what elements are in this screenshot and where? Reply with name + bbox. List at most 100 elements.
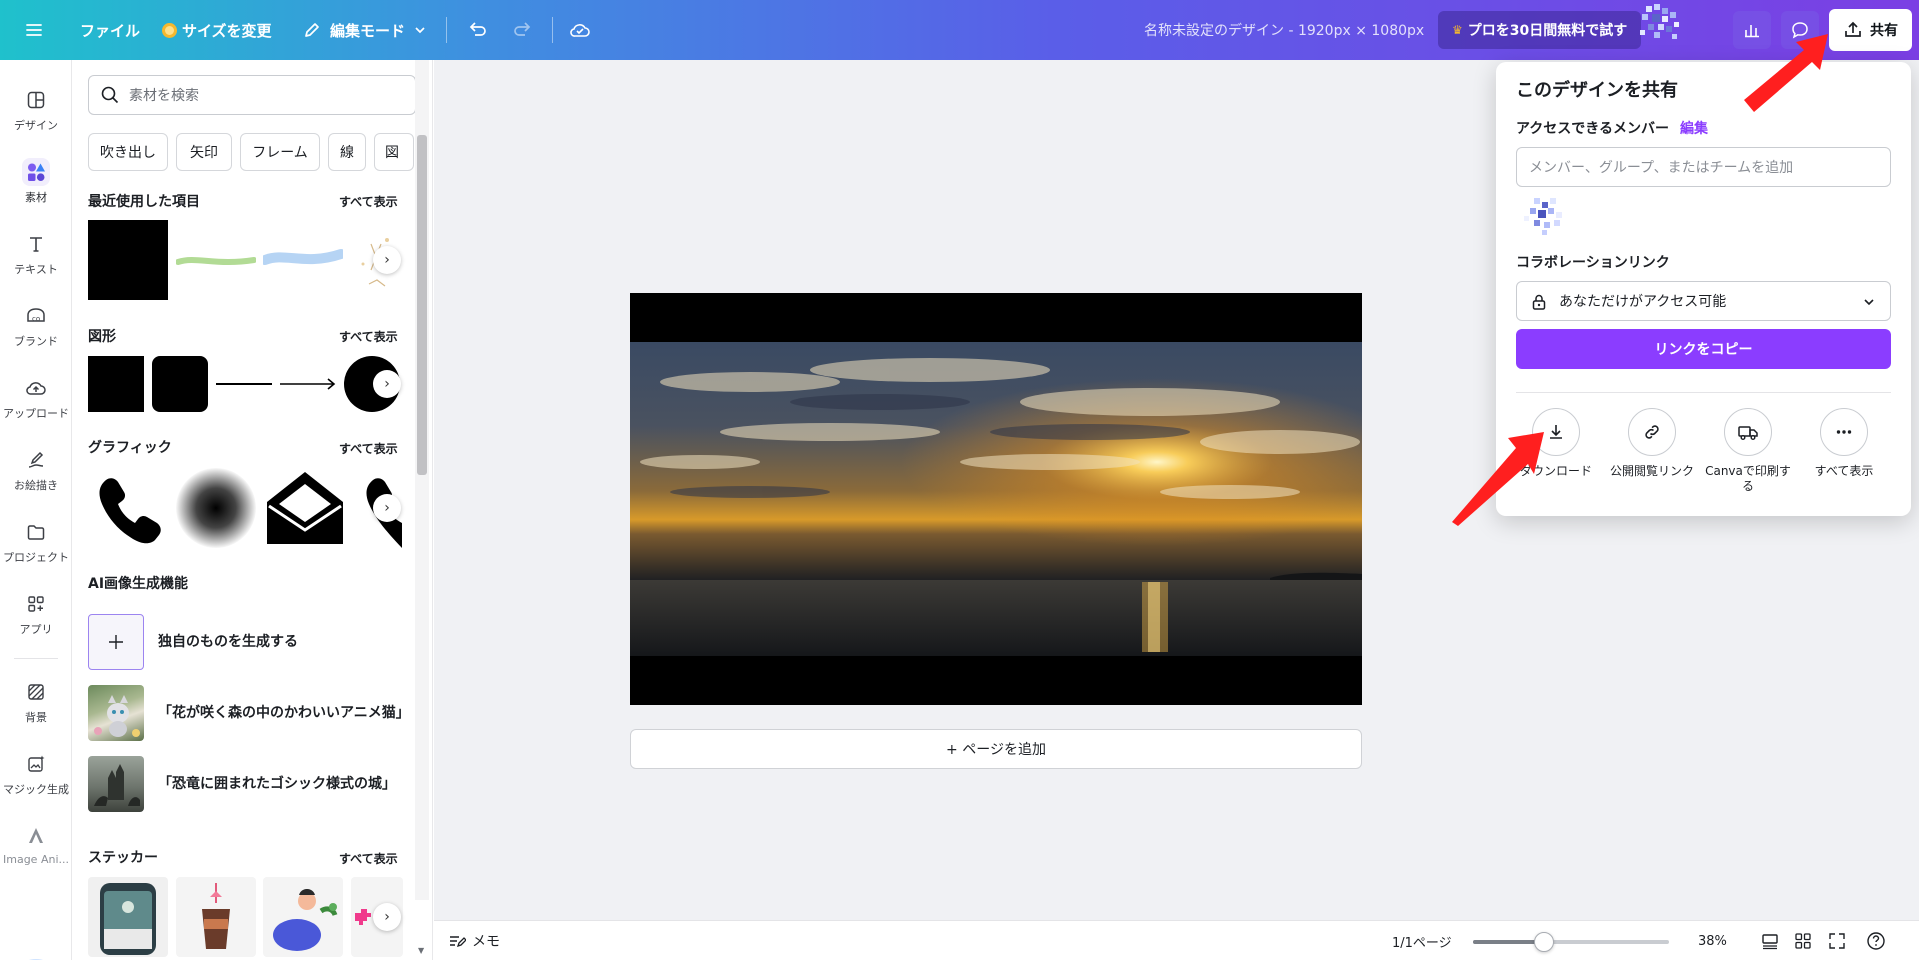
link-icon [1628, 408, 1676, 456]
recent-next-arrow[interactable]: › [373, 246, 401, 274]
cloud-save-icon[interactable] [568, 0, 592, 60]
see-all-recent-link[interactable]: すべて表示 [339, 193, 398, 210]
see-all-stickers-link[interactable]: すべて表示 [339, 850, 398, 867]
rail-label: デザイン [14, 119, 58, 132]
help-icon[interactable] [1866, 921, 1886, 960]
shape-arrow-line[interactable] [280, 374, 338, 394]
chip-speech-bubble[interactable]: 吹き出し [88, 133, 168, 171]
graphics-next-arrow[interactable]: › [373, 494, 401, 522]
notes-button[interactable]: メモ [448, 921, 500, 960]
annotation-arrow-share [1744, 34, 1828, 112]
sunset-photo[interactable] [630, 342, 1362, 656]
design-title[interactable]: 名称未設定のデザイン - 1920px × 1080px [1144, 0, 1424, 60]
collaborator-avatar[interactable] [1612, 0, 1722, 60]
zoom-slider-fill [1473, 940, 1543, 944]
rail-label: 背景 [25, 711, 47, 724]
fullscreen-icon[interactable] [1828, 921, 1846, 960]
annotation-arrow-download [1452, 432, 1544, 526]
elements-search-input[interactable]: 素材を検索 [88, 75, 416, 115]
notes-label: メモ [472, 934, 500, 950]
upload-icon [22, 374, 50, 402]
rail-item-background[interactable]: 背景 [0, 670, 72, 734]
sticker-phone[interactable] [88, 877, 168, 957]
graphic-radial-blur[interactable] [176, 468, 256, 548]
recent-black-square[interactable] [88, 220, 168, 300]
share-label: 共有 [1870, 23, 1898, 39]
left-rail: デザイン 素材 テキスト co ブランド アップロード お絵描き プロジェクト … [0, 60, 72, 960]
shapes-next-arrow[interactable]: › [373, 370, 401, 398]
rail-item-image-animate[interactable]: Image Ani... [0, 814, 72, 878]
elements-panel: 素材を検索 吹き出し 矢印 フレーム 線 図 最近使用した項目 すべて表示 › … [73, 60, 433, 960]
rail-item-brand[interactable]: co ブランド [0, 294, 72, 358]
access-edit-link[interactable]: 編集 [1680, 118, 1708, 138]
ai-prompt-anime-cat[interactable]: 「花が咲く森の中のかわいいアニメ猫」 [88, 681, 418, 745]
undo-icon[interactable] [466, 0, 488, 60]
divider [552, 17, 553, 43]
panel-scrollbar-thumb[interactable] [417, 135, 427, 475]
recent-green-brush[interactable] [175, 238, 257, 282]
rail-label: Image Ani... [3, 853, 69, 866]
pencil-icon [305, 23, 319, 37]
rail-item-magic-media[interactable]: マジック生成 [0, 742, 72, 806]
stickers-next-arrow[interactable]: › [373, 903, 401, 931]
sticker-person[interactable] [263, 877, 343, 957]
grid-view-icon[interactable] [1794, 921, 1812, 960]
see-all-actions[interactable]: すべて表示 [1796, 408, 1892, 479]
rail-item-projects[interactable]: プロジェクト [0, 510, 72, 574]
section-title-recent: 最近使用した項目 [88, 194, 200, 210]
resize-label: サイズを変更 [182, 21, 272, 40]
public-view-link-action[interactable]: 公開閲覧リンク [1604, 408, 1700, 479]
shape-rounded-square[interactable] [152, 356, 208, 412]
rail-label: アップロード [3, 407, 69, 420]
chip-line[interactable]: 線 [328, 133, 366, 171]
rail-item-design[interactable]: デザイン [0, 78, 72, 142]
graphic-phone[interactable] [88, 468, 168, 548]
scroll-down-icon[interactable]: ▼ [418, 946, 424, 955]
notes-icon [450, 936, 466, 948]
sticker-drink[interactable] [176, 877, 256, 957]
rail-item-apps[interactable]: アプリ [0, 582, 72, 646]
see-all-shapes-link[interactable]: すべて表示 [339, 328, 398, 345]
share-button[interactable]: 共有 [1829, 9, 1912, 51]
redo-icon[interactable] [512, 0, 534, 60]
rail-label: 素材 [25, 191, 47, 204]
share-popup-title: このデザインを共有 [1516, 80, 1678, 101]
file-menu-button[interactable]: ファイル [80, 0, 140, 60]
section-title-ai: AI画像生成機能 [88, 576, 189, 592]
pages-view-icon[interactable] [1760, 921, 1780, 960]
zoom-percent[interactable]: 38% [1698, 921, 1727, 960]
graphic-envelope[interactable] [263, 468, 347, 548]
more-icon [1820, 408, 1868, 456]
design-page[interactable] [630, 293, 1362, 705]
shape-square[interactable] [88, 356, 144, 412]
page-indicator[interactable]: 1/1ページ [1392, 921, 1452, 960]
add-page-button[interactable]: + ページを追加 [630, 729, 1362, 769]
access-level-dropdown[interactable]: あなただけがアクセス可能 [1516, 281, 1891, 321]
top-bar: ファイル サイズを変更 編集モード 名称未設定のデザイン - 1920px × … [0, 0, 1919, 60]
zoom-slider-handle[interactable] [1534, 932, 1554, 952]
chevron-down-icon [1864, 299, 1874, 306]
resize-button[interactable]: サイズを変更 [162, 0, 272, 60]
pro-trial-button[interactable]: ♛ プロを30日間無料で試す [1438, 11, 1642, 49]
shape-line[interactable] [216, 383, 272, 385]
share-popup: このデザインを共有 アクセスできるメンバー 編集 メンバー、グループ、またはチー… [1496, 62, 1911, 516]
recent-blue-brush[interactable] [260, 238, 346, 282]
chip-frame[interactable]: フレーム [240, 133, 320, 171]
member-avatar[interactable] [1516, 192, 1586, 242]
see-all-graphics-link[interactable]: すべて表示 [339, 440, 398, 457]
menu-icon[interactable] [24, 0, 44, 60]
print-with-canva-action[interactable]: Canvaで印刷する [1700, 408, 1796, 494]
rail-item-upload[interactable]: アップロード [0, 366, 72, 430]
edit-mode-dropdown[interactable]: 編集モード [302, 0, 427, 60]
copy-link-button[interactable]: リンクをコピー [1516, 329, 1891, 369]
rail-item-elements[interactable]: 素材 [0, 150, 72, 214]
ai-generate-own-button[interactable]: 独自のものを生成する [88, 610, 418, 674]
rail-label: ブランド [14, 335, 58, 348]
chip-more[interactable]: 図 [374, 133, 414, 171]
member-add-input[interactable]: メンバー、グループ、またはチームを追加 [1516, 147, 1891, 187]
rail-item-draw[interactable]: お絵描き [0, 438, 72, 502]
chip-arrow[interactable]: 矢印 [176, 133, 232, 171]
ai-prompt-gothic-castle[interactable]: 「恐竜に囲まれたゴシック様式の城」 [88, 752, 418, 816]
ai-thumbnail-cat [88, 685, 144, 741]
rail-item-text[interactable]: テキスト [0, 222, 72, 286]
